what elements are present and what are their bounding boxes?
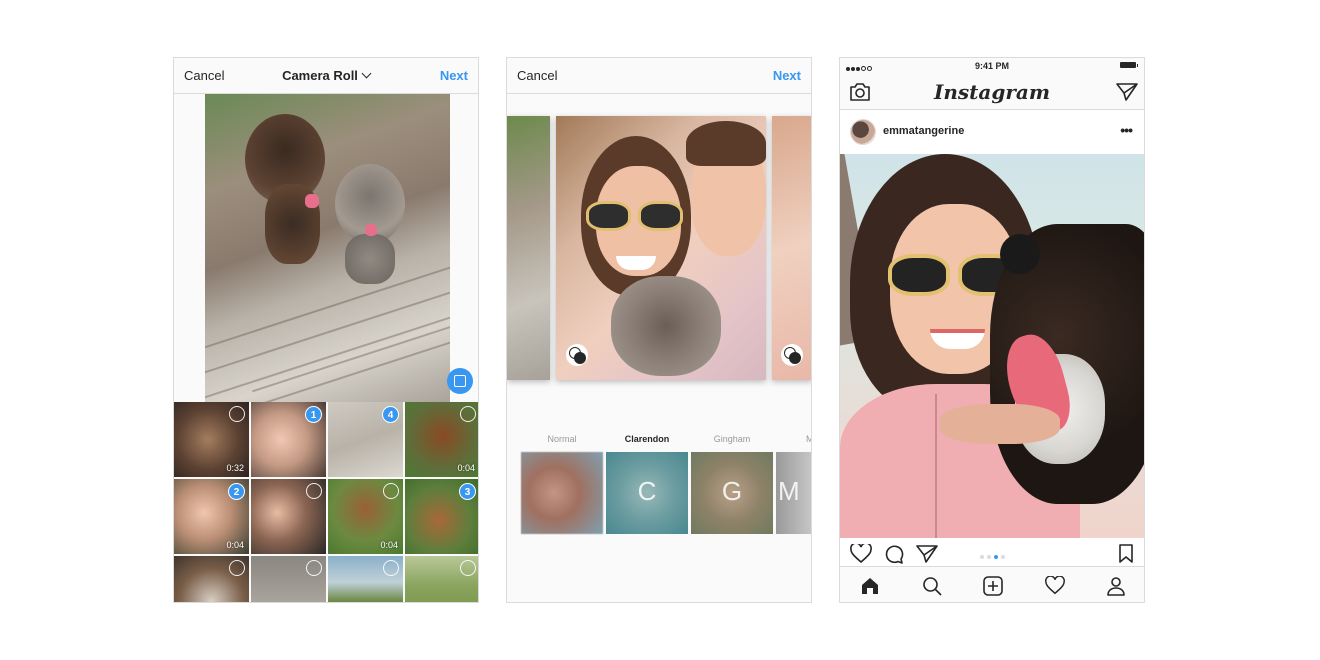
next-button[interactable]: Next <box>440 68 468 83</box>
filter-thumb-m[interactable]: M <box>776 452 811 534</box>
bookmark-icon[interactable] <box>1118 544 1134 564</box>
heart-icon[interactable] <box>850 544 872 564</box>
grid-cell[interactable]: 4 <box>328 402 403 477</box>
grid-cell[interactable] <box>328 556 403 602</box>
feed-screen: 9:41 PM Instagram emmatangerine ••• <box>839 57 1145 603</box>
select-circle[interactable] <box>306 560 322 576</box>
top-bar: Cancel Camera Roll Next <box>174 58 478 94</box>
status-time: 9:41 PM <box>974 61 1009 71</box>
select-circle[interactable] <box>460 560 476 576</box>
grid-cell[interactable]: 3 <box>405 479 478 554</box>
post-username[interactable]: emmatangerine <box>883 125 964 137</box>
carousel-slide-current[interactable] <box>556 116 766 380</box>
instagram-logo: Instagram <box>934 80 1050 104</box>
grid-cell[interactable]: 0:32 <box>174 402 249 477</box>
avatar[interactable] <box>850 119 876 145</box>
add-post-icon[interactable] <box>983 576 1003 596</box>
select-circle[interactable] <box>383 483 399 499</box>
grid-cell[interactable] <box>251 556 326 602</box>
post-actions <box>840 538 1144 566</box>
selected-photo-preview[interactable] <box>205 94 450 402</box>
carousel-slide-next[interactable] <box>772 116 811 380</box>
adjust-toggle-icon[interactable] <box>781 344 803 366</box>
filter-letter: G <box>721 476 743 506</box>
selection-badge[interactable]: 2 <box>228 483 245 500</box>
album-picker[interactable]: Camera Roll <box>174 68 478 83</box>
share-icon[interactable] <box>916 544 938 564</box>
status-bar: 9:41 PM <box>840 58 1144 74</box>
filter-label: Normal <box>547 434 577 444</box>
filter-thumb-gingham[interactable]: G <box>691 452 773 534</box>
home-icon[interactable] <box>860 576 880 596</box>
comment-icon[interactable] <box>883 544 905 564</box>
grid-cell[interactable]: 1 <box>251 402 326 477</box>
filter-label: M <box>776 434 811 444</box>
carousel-slide-prev[interactable] <box>507 116 550 380</box>
filter-letter: C <box>637 476 657 506</box>
chevron-down-icon <box>361 68 372 79</box>
select-multiple-button[interactable] <box>447 368 473 394</box>
select-circle[interactable] <box>306 483 322 499</box>
grid-cell[interactable]: 0:04 <box>405 402 478 477</box>
post-photo[interactable] <box>840 154 1144 538</box>
filter-label: Gingham <box>713 434 751 444</box>
album-title: Camera Roll <box>282 68 358 83</box>
photo-carousel[interactable] <box>507 116 811 380</box>
grid-cell[interactable] <box>174 556 249 602</box>
grid-cell[interactable]: 2 0:04 <box>174 479 249 554</box>
photo-grid: 0:32 1 4 0:04 2 0:04 0:04 3 <box>174 402 478 602</box>
select-circle[interactable] <box>460 406 476 422</box>
selection-badge[interactable]: 4 <box>382 406 399 423</box>
select-circle[interactable] <box>229 406 245 422</box>
battery-icon <box>1120 62 1138 68</box>
filter-screen: Cancel Next Normal Clarendon Gingham M C… <box>506 57 812 603</box>
activity-heart-icon[interactable] <box>1045 576 1065 596</box>
post-header: emmatangerine ••• <box>840 110 1144 154</box>
cancel-button[interactable]: Cancel <box>517 68 557 83</box>
next-button[interactable]: Next <box>773 68 801 83</box>
carousel-indicator <box>840 555 1144 559</box>
profile-icon[interactable] <box>1106 576 1126 596</box>
grid-cell[interactable] <box>405 556 478 602</box>
direct-message-icon[interactable] <box>1116 82 1138 102</box>
filter-thumb-clarendon[interactable]: C <box>606 452 688 534</box>
top-bar: Cancel Next <box>507 58 811 94</box>
selection-badge[interactable]: 1 <box>305 406 322 423</box>
video-duration: 0:04 <box>226 540 244 550</box>
video-duration: 0:04 <box>380 540 398 550</box>
grid-cell[interactable] <box>251 479 326 554</box>
search-icon[interactable] <box>922 576 942 596</box>
select-circle[interactable] <box>229 560 245 576</box>
selection-badge[interactable]: 3 <box>459 483 476 500</box>
video-duration: 0:32 <box>226 463 244 473</box>
filter-letter: M <box>778 476 800 506</box>
grid-cell[interactable]: 0:04 <box>328 479 403 554</box>
app-header: Instagram <box>840 74 1144 110</box>
camera-roll-screen: Cancel Camera Roll Next 0:32 1 4 0:04 20… <box>173 57 479 603</box>
bottom-tab-bar <box>840 566 1144 602</box>
filter-label: Clarendon <box>624 434 670 444</box>
more-options-icon[interactable]: ••• <box>1120 122 1133 138</box>
adjust-toggle-icon[interactable] <box>566 344 588 366</box>
video-duration: 0:04 <box>457 463 475 473</box>
select-circle[interactable] <box>383 560 399 576</box>
filter-thumb-normal[interactable] <box>521 452 603 534</box>
